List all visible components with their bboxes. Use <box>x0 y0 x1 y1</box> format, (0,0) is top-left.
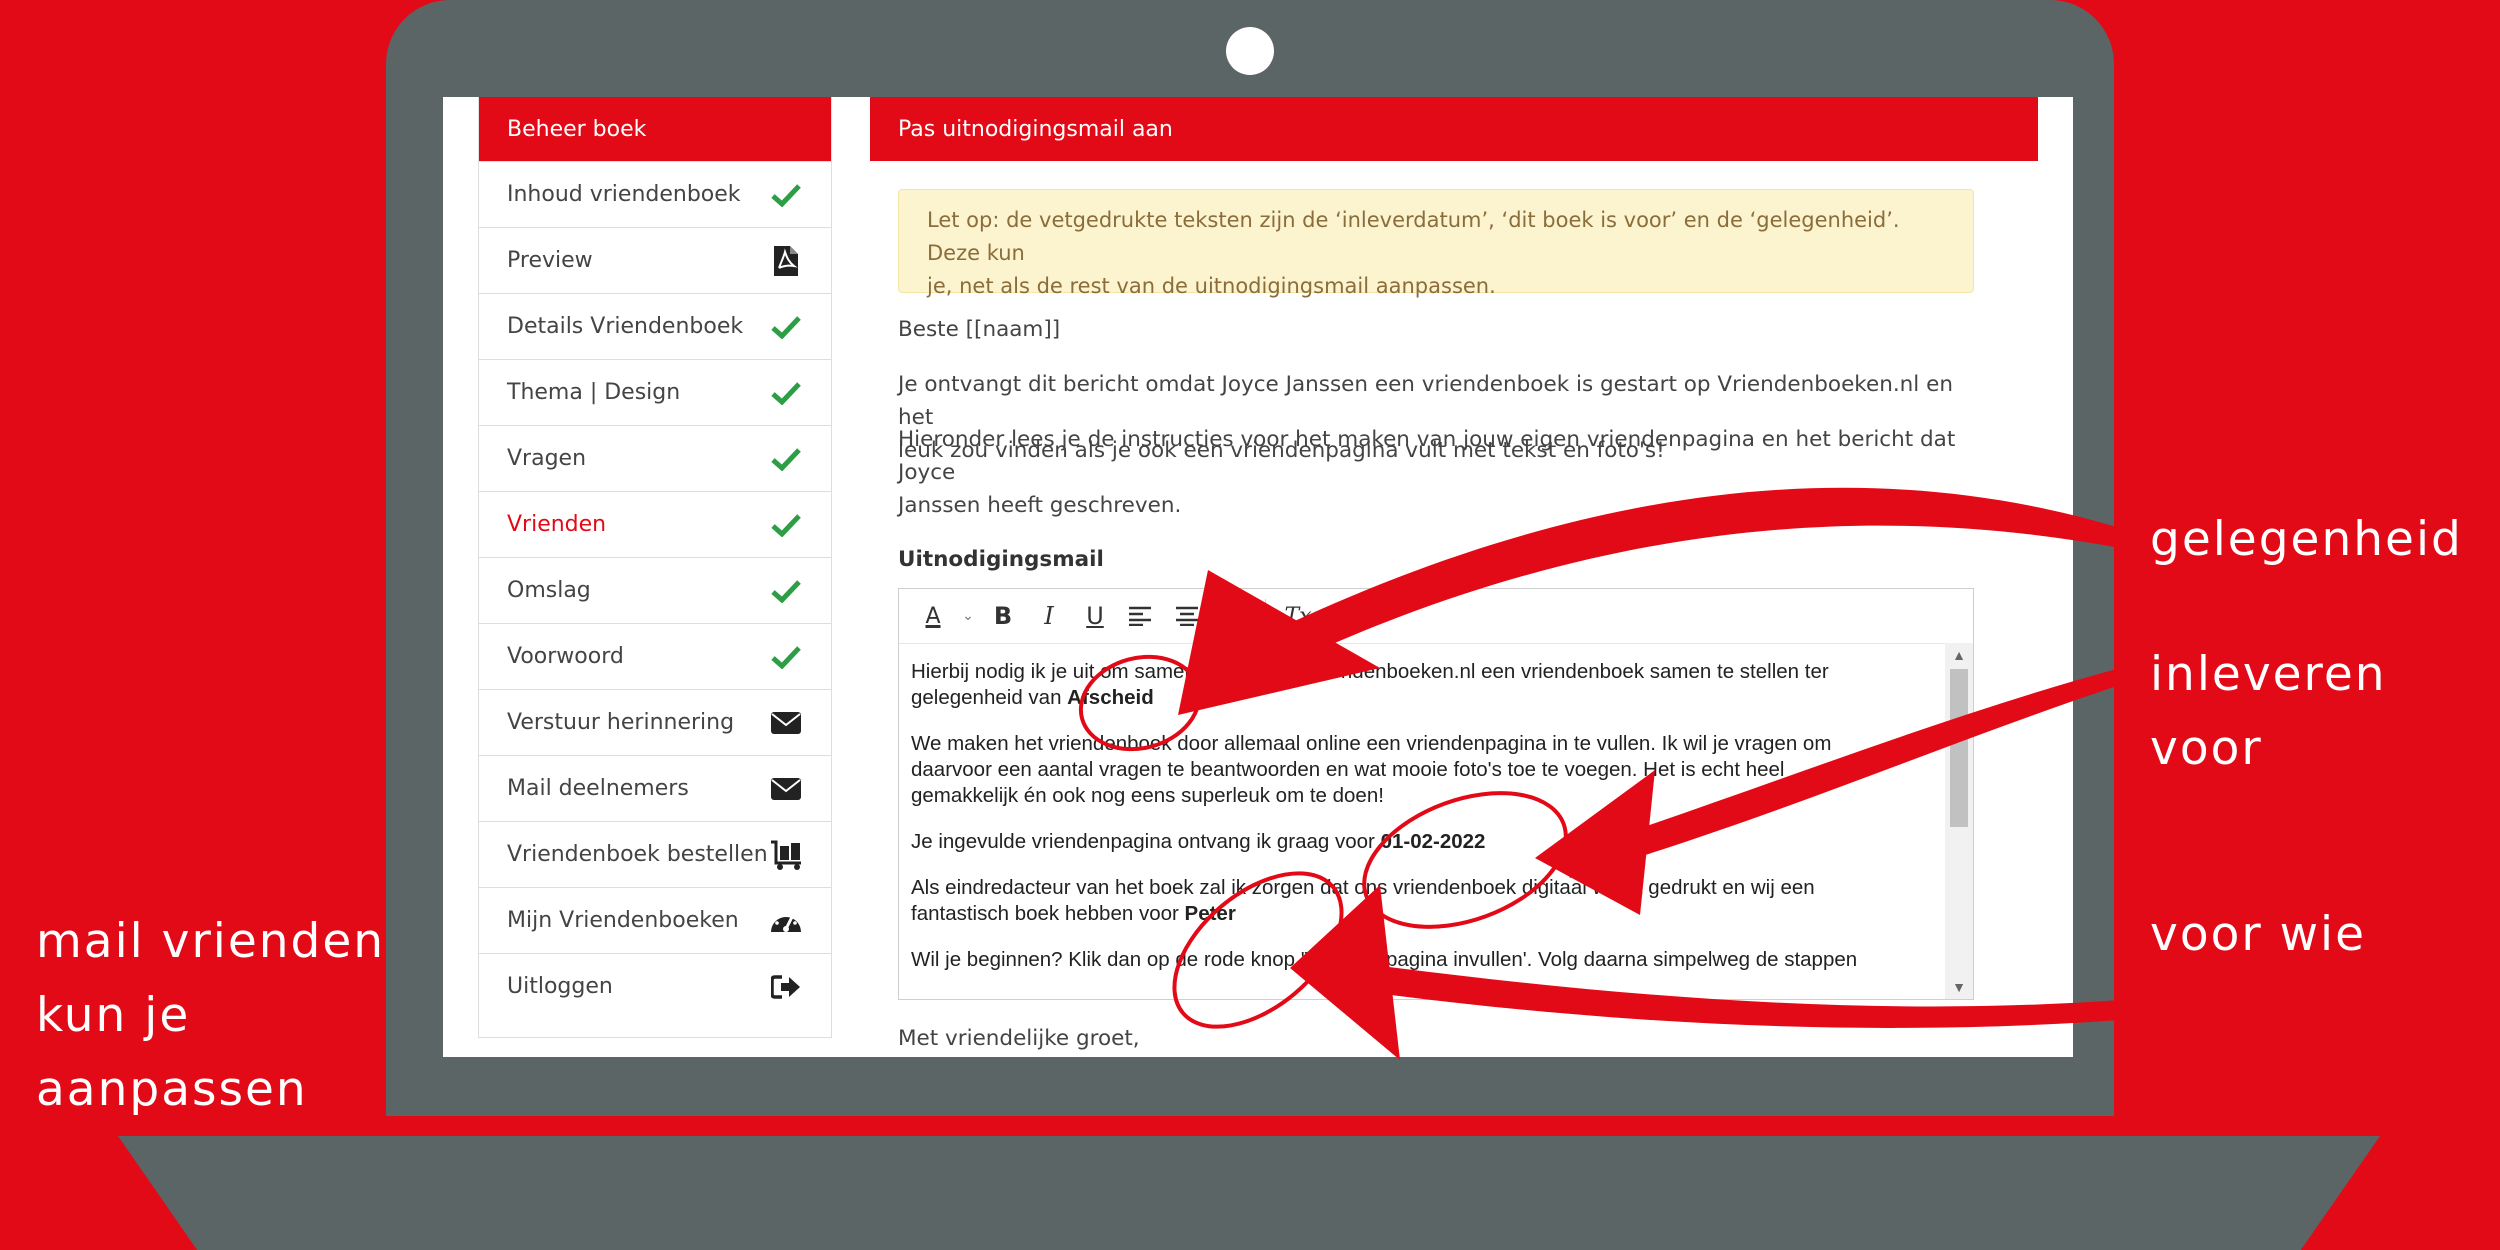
annotation-inleveren-voor: inleveren voor <box>2150 647 2387 776</box>
arrowhead-inleveren <box>1535 770 1655 915</box>
annotation-gelegenheid: gelegenheid <box>2150 512 2463 567</box>
annotation-mail-vrienden: mail vrienden kun je aanpassen <box>36 905 385 1127</box>
annotation-mail-line-1: mail vrienden <box>36 914 386 969</box>
arrowhead-voor-wie <box>1290 885 1400 1060</box>
arrow-voor-wie <box>1318 958 2120 1028</box>
annotation-mail-line-3: aanpassen <box>36 1062 308 1117</box>
arrowhead-gelegenheid <box>1178 570 1380 715</box>
annotation-mail-line-2: kun je <box>36 988 191 1043</box>
annotation-voor-wie: voor wie <box>2150 907 2367 962</box>
